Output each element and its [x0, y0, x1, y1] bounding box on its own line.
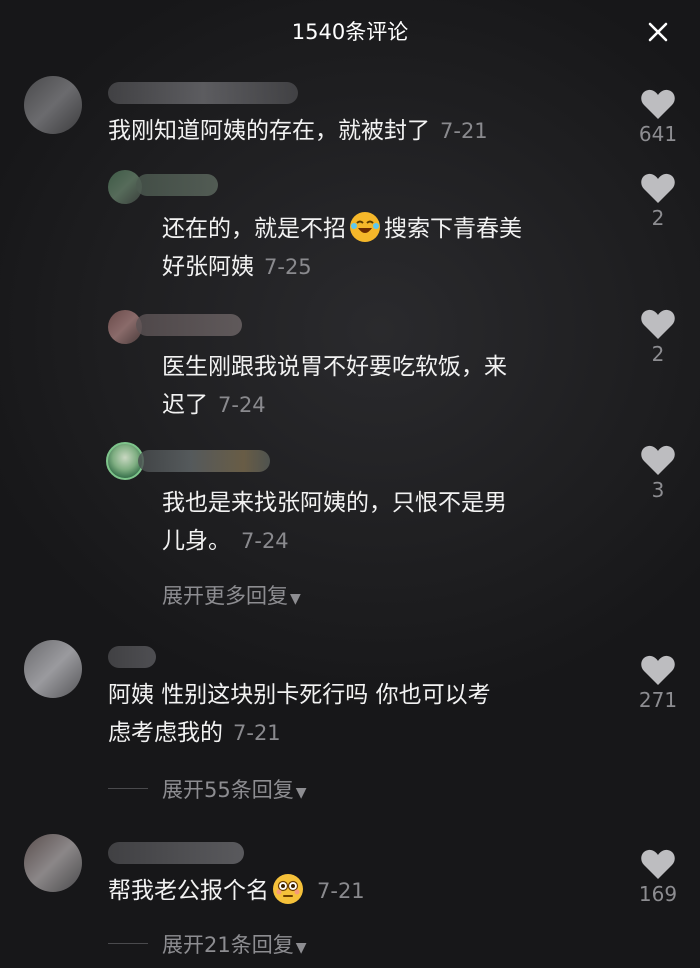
divider-line [108, 943, 148, 944]
like-button[interactable]: 3 [638, 444, 678, 502]
like-button[interactable]: 169 [638, 848, 678, 906]
laughing-crying-emoji [350, 212, 380, 242]
like-button[interactable]: 271 [638, 654, 678, 712]
username-blurred[interactable] [108, 82, 298, 104]
reply-text: 我也是来找张阿姨的，只恨不是男 儿身。 7-24 [162, 490, 507, 554]
reply-text: 医生刚跟我说胃不好要吃软饭，来 迟了 7-24 [162, 354, 507, 418]
comment-text: 帮我老公报个名 7-21 [108, 872, 365, 910]
expand-more-replies[interactable]: 展开更多回复 ▼ [162, 580, 301, 610]
like-button[interactable]: 2 [638, 172, 678, 230]
caret-down-icon: ▼ [295, 785, 307, 801]
comment-date: 7-21 [233, 721, 281, 745]
expand-replies[interactable]: 展开55条回复 ▼ [162, 774, 307, 804]
avatar[interactable] [24, 76, 82, 134]
heart-icon [641, 173, 675, 203]
flushed-emoji [273, 874, 303, 904]
heart-icon [641, 849, 675, 879]
reply-username-blurred[interactable] [136, 174, 218, 196]
comment-text: 阿姨 性别这块别卡死行吗 你也可以考 虑考虑我的 7-21 [108, 682, 491, 746]
heart-icon [641, 445, 675, 475]
heart-icon [641, 309, 675, 339]
avatar[interactable] [24, 640, 82, 698]
like-count: 641 [638, 122, 678, 146]
divider-line [108, 788, 148, 789]
reply-date: 7-25 [264, 255, 312, 279]
comment-count-title: 1540条评论 [291, 20, 409, 44]
like-button[interactable]: 641 [638, 88, 678, 146]
close-icon[interactable] [644, 18, 672, 46]
reply-text: 还在的，就是不招 搜索下青春美 好张阿姨 7-25 [162, 210, 622, 286]
expand-replies[interactable]: 展开21条回复 ▼ [162, 929, 307, 959]
caret-down-icon: ▼ [290, 591, 301, 607]
reply-username-blurred[interactable] [136, 314, 242, 336]
heart-icon [641, 89, 675, 119]
avatar[interactable] [24, 834, 82, 892]
comments-header: 1540条评论 [0, 0, 700, 62]
like-count: 2 [651, 206, 665, 230]
heart-icon [641, 655, 675, 685]
like-count: 2 [651, 342, 665, 366]
like-count: 169 [638, 882, 678, 906]
like-count: 3 [651, 478, 665, 502]
comment-date: 7-21 [440, 119, 488, 143]
comment-date: 7-21 [317, 879, 365, 903]
caret-down-icon: ▼ [295, 940, 307, 956]
reply-username-blurred[interactable] [138, 450, 270, 472]
reply-date: 7-24 [218, 393, 266, 417]
like-count: 271 [638, 688, 678, 712]
username-blurred[interactable] [108, 646, 156, 668]
reply-date: 7-24 [241, 529, 289, 553]
username-blurred[interactable] [108, 842, 244, 864]
like-button[interactable]: 2 [638, 308, 678, 366]
comment-text: 我刚知道阿姨的存在，就被封了 7-21 [108, 118, 488, 144]
